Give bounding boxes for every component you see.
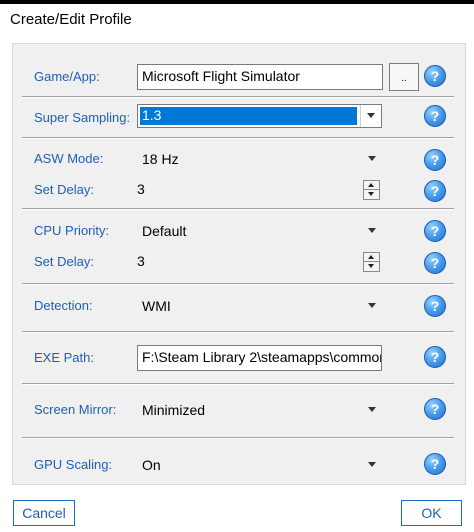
screen-mirror-select[interactable]: Minimized xyxy=(137,398,382,422)
asw-mode-value: 18 Hz xyxy=(142,151,179,167)
separator xyxy=(22,331,454,333)
cpu-priority-select[interactable]: Default xyxy=(137,219,382,243)
cpu-priority-value: Default xyxy=(142,223,187,239)
asw-mode-help-icon[interactable]: ? xyxy=(424,149,446,171)
separator xyxy=(22,283,454,285)
detection-label: Detection: xyxy=(34,298,93,313)
browse-button[interactable]: .. xyxy=(389,63,419,91)
selection-highlight xyxy=(140,107,357,125)
super-sampling-label: Super Sampling: xyxy=(34,110,131,125)
super-sampling-value: 1.3 xyxy=(142,107,162,123)
cpu-priority-label: CPU Priority: xyxy=(34,223,110,238)
cpu-delay-help-icon[interactable]: ? xyxy=(424,252,446,274)
exe-path-label: EXE Path: xyxy=(34,350,94,365)
super-sampling-select[interactable]: 1.3 xyxy=(137,104,382,128)
asw-mode-label: ASW Mode: xyxy=(34,151,104,166)
cpu-delay-label: Set Delay: xyxy=(34,254,94,269)
separator xyxy=(22,383,454,385)
exe-path-input[interactable]: F:\Steam Library 2\steamapps\common xyxy=(137,345,382,371)
spin-up-icon[interactable] xyxy=(364,253,379,262)
spin-down-icon[interactable] xyxy=(364,262,379,271)
game-app-help-icon[interactable]: ? xyxy=(424,65,446,87)
cpu-delay-value[interactable]: 3 xyxy=(137,253,145,269)
spin-up-icon[interactable] xyxy=(364,181,379,190)
window-title: Create/Edit Profile xyxy=(10,11,132,28)
chevron-down-icon xyxy=(368,407,376,412)
window-top-border xyxy=(0,0,474,4)
super-sampling-help-icon[interactable]: ? xyxy=(424,105,446,127)
asw-delay-help-icon[interactable]: ? xyxy=(424,180,446,202)
exe-path-help-icon[interactable]: ? xyxy=(424,346,446,368)
gpu-scaling-value: On xyxy=(142,457,161,473)
gpu-scaling-help-icon[interactable]: ? xyxy=(424,453,446,475)
screen-mirror-help-icon[interactable]: ? xyxy=(424,398,446,420)
separator xyxy=(22,437,454,439)
asw-delay-spinner[interactable] xyxy=(363,180,380,200)
gpu-scaling-select[interactable]: On xyxy=(137,453,382,477)
detection-value: WMI xyxy=(142,298,171,314)
chevron-down-icon xyxy=(368,303,376,308)
gpu-scaling-label: GPU Scaling: xyxy=(34,457,113,472)
game-app-label: Game/App: xyxy=(34,69,100,84)
chevron-down-icon xyxy=(368,156,376,161)
ok-button[interactable]: OK xyxy=(401,500,462,526)
cpu-priority-help-icon[interactable]: ? xyxy=(424,220,446,242)
separator xyxy=(22,137,454,139)
super-sampling-dropdown-button[interactable] xyxy=(360,105,381,127)
separator xyxy=(22,208,454,210)
asw-delay-label: Set Delay: xyxy=(34,182,94,197)
cancel-button[interactable]: Cancel xyxy=(13,500,75,526)
detection-help-icon[interactable]: ? xyxy=(424,295,446,317)
cpu-delay-spinner[interactable] xyxy=(363,252,380,272)
screen-mirror-value: Minimized xyxy=(142,402,206,418)
separator xyxy=(22,96,454,98)
chevron-down-icon xyxy=(368,462,376,467)
chevron-down-icon xyxy=(368,228,376,233)
asw-mode-select[interactable]: 18 Hz xyxy=(137,147,382,171)
detection-select[interactable]: WMI xyxy=(137,294,382,318)
screen-mirror-label: Screen Mirror: xyxy=(34,402,117,417)
game-app-input[interactable]: Microsoft Flight Simulator xyxy=(137,64,383,90)
spin-down-icon[interactable] xyxy=(364,190,379,199)
chevron-down-icon xyxy=(367,113,375,118)
asw-delay-value[interactable]: 3 xyxy=(137,181,145,197)
